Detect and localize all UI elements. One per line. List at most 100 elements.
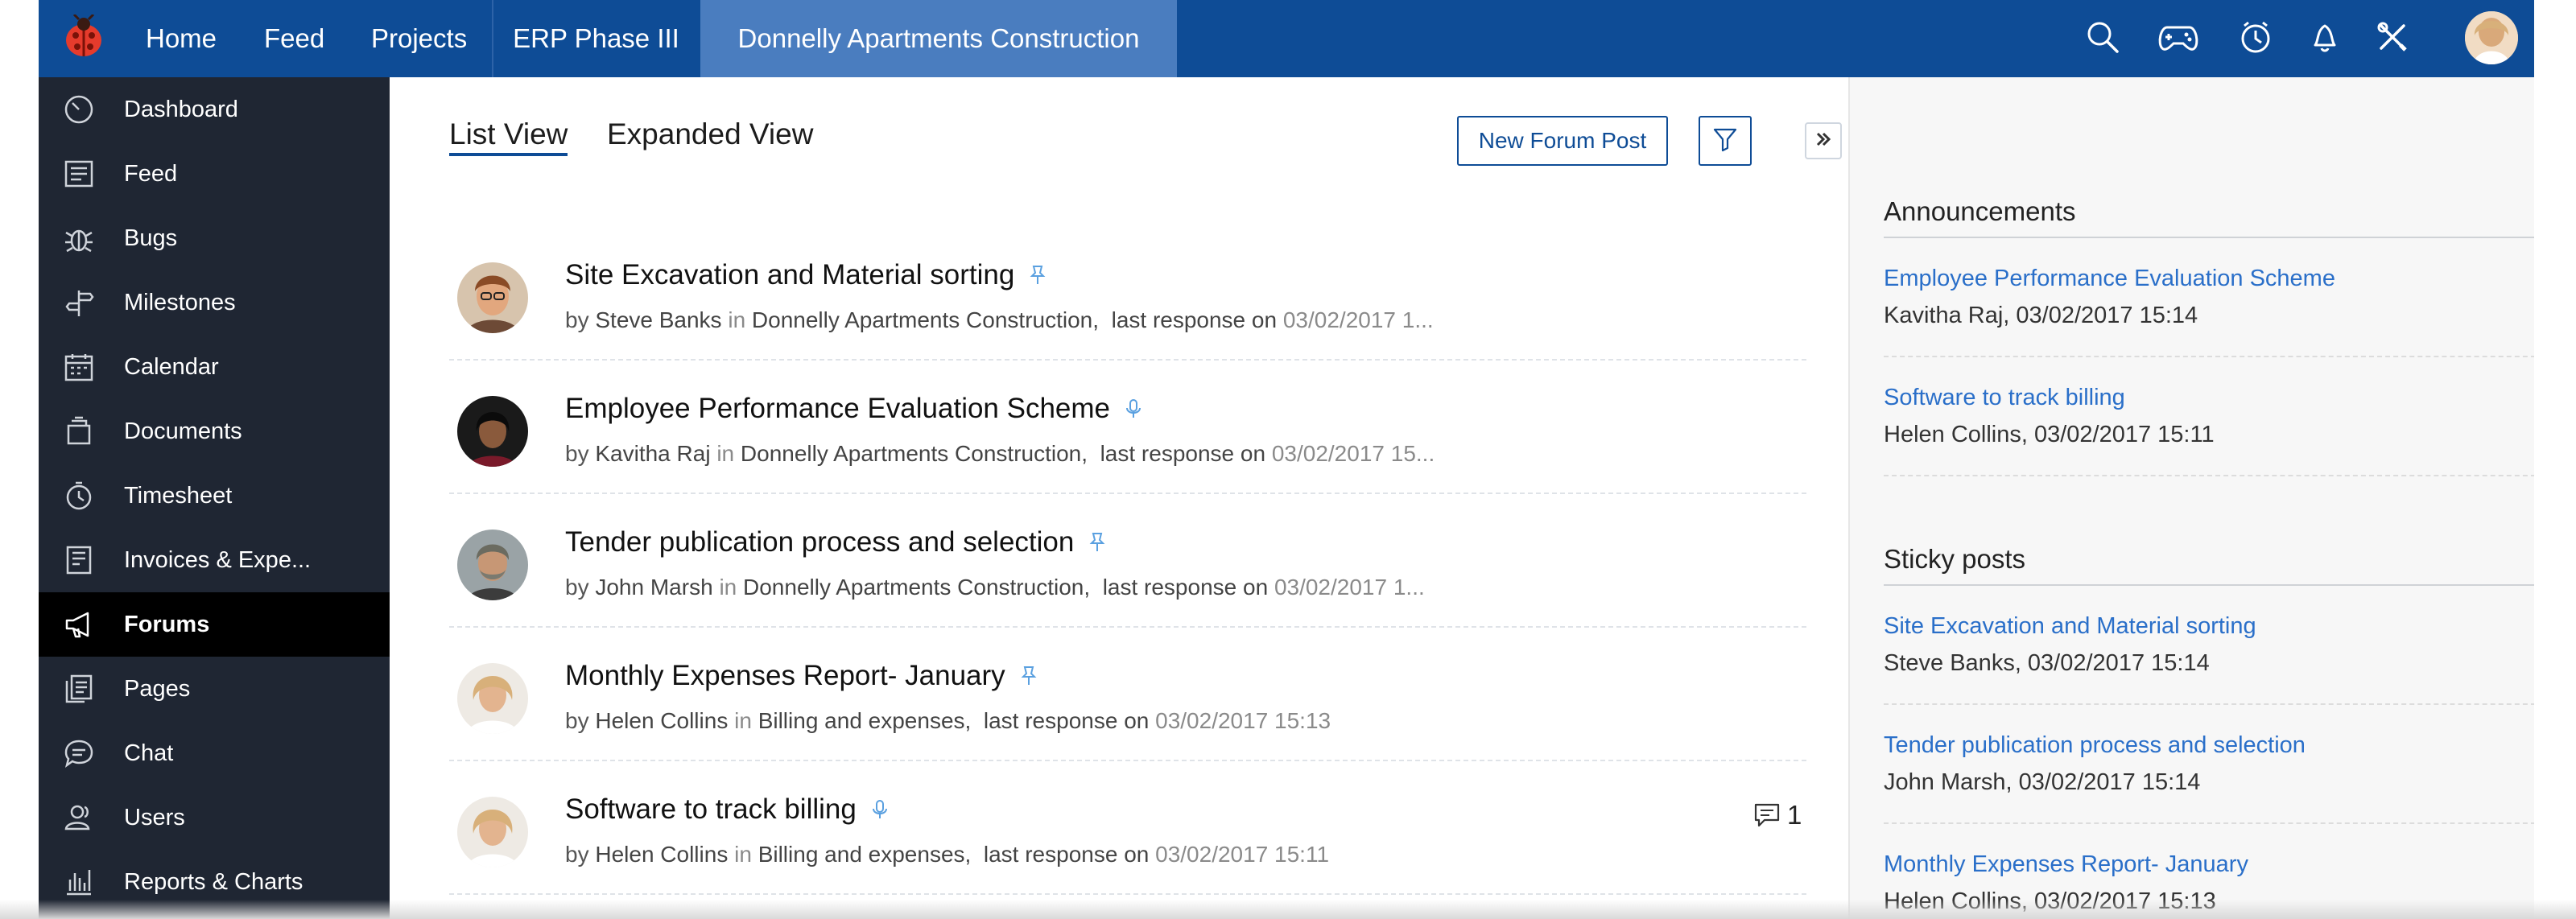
microphone-icon <box>871 795 889 827</box>
post-meta: by Kavitha Raj in Donnelly Apartments Co… <box>565 441 1435 466</box>
reports-icon <box>63 866 95 898</box>
sticky-post-meta: Steve Banks, 03/02/2017 15:14 <box>1884 650 2210 676</box>
right-side-panel: Announcements Employee Performance Evalu… <box>1848 77 2534 919</box>
pin-icon <box>1088 528 1106 560</box>
post-title[interactable]: Monthly Expenses Report- January <box>565 660 1038 694</box>
sidebar-item-label: Users <box>124 804 185 830</box>
sidebar-item-milestones[interactable]: Milestones <box>39 270 390 335</box>
sidebar-item-label: Feed <box>124 160 178 187</box>
pages-icon <box>63 673 95 705</box>
invoice-icon <box>63 544 95 576</box>
comment-count[interactable]: 1 <box>1753 800 1802 830</box>
filter-icon <box>1712 126 1738 156</box>
pin-icon <box>1029 261 1046 293</box>
sidebar-item-label: Documents <box>124 418 242 444</box>
tools-icon[interactable] <box>2372 16 2413 58</box>
author-name[interactable]: Kavitha Raj <box>595 441 710 466</box>
sidebar-item-label: Bugs <box>124 225 178 251</box>
nav-donnelly-apartments-construction[interactable]: Donnelly Apartments Construction <box>700 0 1177 77</box>
sidebar-item-label: Dashboard <box>124 96 238 122</box>
sidebar-item-label: Reports & Charts <box>124 868 303 895</box>
author-name[interactable]: Steve Banks <box>595 307 721 332</box>
sidebar: Dashboard Feed Bugs Milestones Calendar … <box>39 77 390 919</box>
author-avatar <box>457 530 528 600</box>
tab-list-view[interactable]: List View <box>449 117 568 156</box>
nav-home[interactable]: Home <box>146 0 217 77</box>
ladybug-logo-icon[interactable] <box>60 13 106 61</box>
sidebar-item-forums[interactable]: Forums <box>39 592 390 657</box>
category-name[interactable]: Billing and expenses, <box>758 842 972 867</box>
forum-post-row[interactable]: Employee Performance Evaluation Scheme b… <box>449 361 1806 494</box>
sticky-post-link[interactable]: Site Excavation and Material sorting <box>1884 613 2256 640</box>
nav-feed[interactable]: Feed <box>264 0 324 77</box>
nav-projects[interactable]: Projects <box>371 0 467 77</box>
category-name[interactable]: Donnelly Apartments Construction, <box>741 441 1088 466</box>
signpost-icon <box>63 286 95 319</box>
new-forum-post-button[interactable]: New Forum Post <box>1457 116 1668 166</box>
category-name[interactable]: Billing and expenses, <box>758 708 972 733</box>
author-avatar <box>457 797 528 867</box>
gamepad-icon[interactable] <box>2157 16 2199 58</box>
sidebar-item-chat[interactable]: Chat <box>39 721 390 785</box>
author-name[interactable]: Helen Collins <box>595 842 728 867</box>
calendar-icon <box>63 351 95 383</box>
sidebar-item-invoices[interactable]: Invoices & Expe... <box>39 528 390 592</box>
pin-icon <box>1020 661 1038 694</box>
author-avatar <box>457 663 528 734</box>
sidebar-item-bugs[interactable]: Bugs <box>39 206 390 270</box>
author-name[interactable]: John Marsh <box>595 575 712 600</box>
post-title[interactable]: Tender publication process and selection <box>565 526 1106 560</box>
megaphone-icon <box>63 608 95 641</box>
search-icon[interactable] <box>2082 16 2124 58</box>
bug-icon <box>63 222 95 254</box>
post-date: 03/02/2017 15... <box>1271 441 1435 466</box>
nav-erp-phase-iii[interactable]: ERP Phase III <box>492 0 699 77</box>
sidebar-item-pages[interactable]: Pages <box>39 657 390 721</box>
post-meta: by Steve Banks in Donnelly Apartments Co… <box>565 307 1434 332</box>
speedometer-icon <box>63 93 95 126</box>
sticky-post-link[interactable]: Monthly Expenses Report- January <box>1884 851 2248 878</box>
collapse-panel-button[interactable] <box>1805 122 1842 159</box>
sidebar-item-label: Chat <box>124 740 174 766</box>
sticky-post-link[interactable]: Tender publication process and selection <box>1884 732 2306 759</box>
category-name[interactable]: Donnelly Apartments Construction, <box>752 307 1099 332</box>
announcement-meta: Helen Collins, 03/02/2017 15:11 <box>1884 422 2215 447</box>
timer-icon[interactable] <box>2235 16 2277 58</box>
announcement-link[interactable]: Employee Performance Evaluation Scheme <box>1884 266 2335 292</box>
author-name[interactable]: Helen Collins <box>595 708 728 733</box>
sidebar-item-timesheet[interactable]: Timesheet <box>39 464 390 528</box>
sidebar-item-label: Forums <box>124 611 210 637</box>
sidebar-item-dashboard[interactable]: Dashboard <box>39 77 390 142</box>
filter-button[interactable] <box>1699 116 1752 166</box>
user-avatar[interactable] <box>2465 11 2518 64</box>
author-avatar <box>457 396 528 467</box>
tab-expanded-view[interactable]: Expanded View <box>607 117 813 151</box>
double-chevron-right-icon <box>1814 130 1833 153</box>
sidebar-item-calendar[interactable]: Calendar <box>39 335 390 399</box>
post-title[interactable]: Software to track billing <box>565 793 889 827</box>
forum-post-row[interactable]: Site Excavation and Material sorting by … <box>449 227 1806 361</box>
sticky-post-meta: John Marsh, 03/02/2017 15:14 <box>1884 769 2201 795</box>
divider <box>1884 475 2534 476</box>
post-date: 03/02/2017 1... <box>1282 307 1434 332</box>
sidebar-item-documents[interactable]: Documents <box>39 399 390 464</box>
divider <box>1884 356 2534 357</box>
announcement-link[interactable]: Software to track billing <box>1884 385 2125 411</box>
feed-icon <box>63 158 95 190</box>
forum-post-row[interactable]: Monthly Expenses Report- January by Hele… <box>449 628 1806 761</box>
post-title[interactable]: Site Excavation and Material sorting <box>565 259 1046 293</box>
users-icon <box>63 802 95 834</box>
comment-icon <box>1753 802 1781 828</box>
category-name[interactable]: Donnelly Apartments Construction, <box>743 575 1090 600</box>
bell-icon[interactable] <box>2304 16 2346 58</box>
post-title[interactable]: Employee Performance Evaluation Scheme <box>565 393 1142 427</box>
post-meta: by Helen Collins in Billing and expenses… <box>565 842 1330 867</box>
forum-post-row[interactable]: Software to track billing 1 by Helen Col… <box>449 761 1806 895</box>
sidebar-item-label: Pages <box>124 675 191 702</box>
chat-icon <box>63 737 95 769</box>
documents-icon <box>63 415 95 447</box>
forum-post-row[interactable]: Tender publication process and selection… <box>449 494 1806 628</box>
sidebar-item-users[interactable]: Users <box>39 785 390 850</box>
sidebar-item-label: Invoices & Expe... <box>124 546 312 573</box>
sidebar-item-feed[interactable]: Feed <box>39 142 390 206</box>
